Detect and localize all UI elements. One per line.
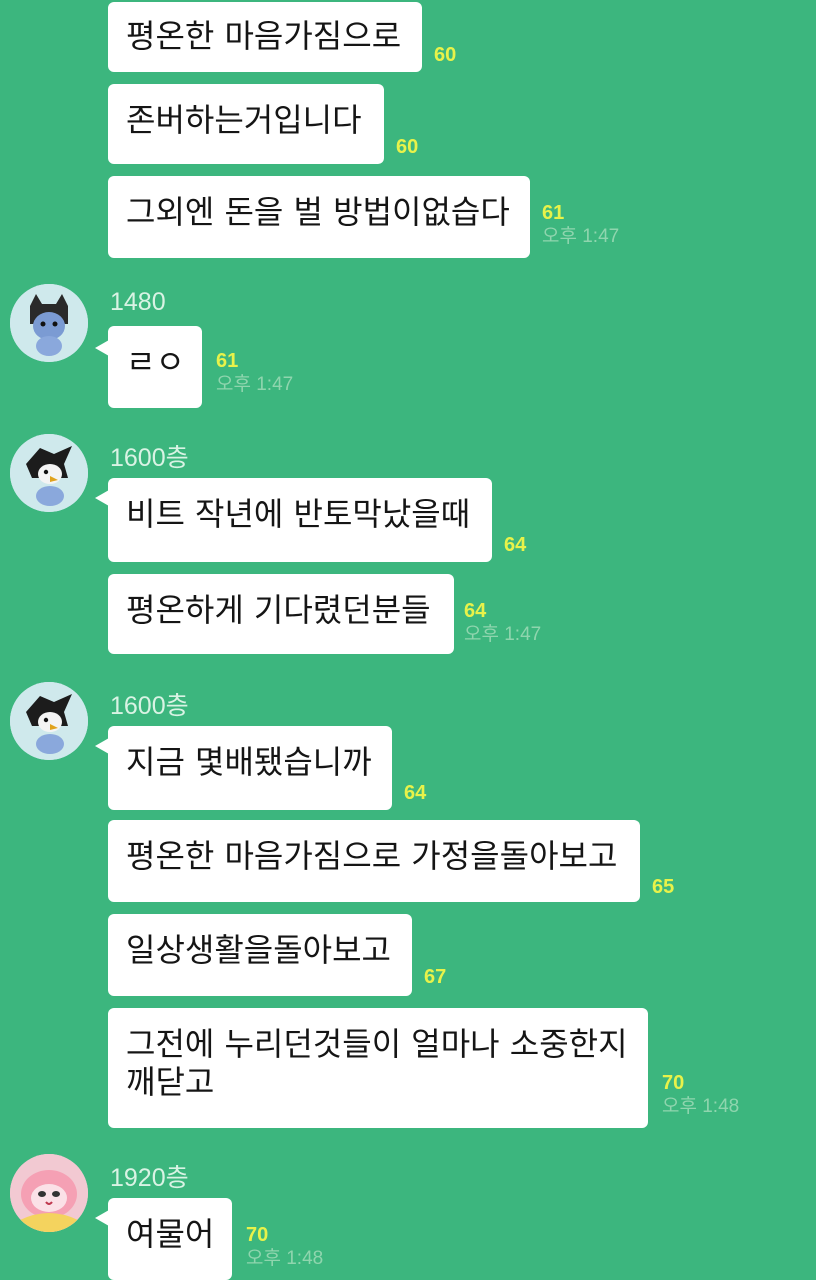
unread-count: 60	[396, 136, 419, 158]
message-bubble[interactable]: 일상생활을돌아보고	[108, 914, 412, 996]
message-bubble[interactable]: 평온하게 기다렸던분들	[108, 574, 454, 654]
apeach-character-icon	[10, 1154, 88, 1232]
message-text: 평온한 마음가짐으로 가정을돌아보고	[126, 837, 618, 875]
message-time: 오후 1:47	[216, 374, 294, 395]
message-text: 지금 몇배됐습니까	[126, 743, 372, 781]
message-bubble[interactable]: 평온한 마음가짐으로	[108, 2, 422, 72]
bubble-tail	[95, 1210, 109, 1226]
message-time: 오후 1:48	[662, 1096, 740, 1117]
message-meta: 67	[424, 966, 446, 988]
cat-hood-character-icon	[10, 284, 88, 362]
message-bubble[interactable]: 그외엔 돈을 벌 방법이없습다	[108, 176, 530, 258]
crow-character-icon	[10, 434, 88, 512]
message-meta: 64	[504, 534, 526, 556]
message-text: 존버하는거입니다	[126, 101, 362, 139]
avatar[interactable]	[10, 682, 88, 760]
sender-name: 1920층	[110, 1164, 189, 1192]
bubble-tail	[95, 738, 109, 754]
message-meta: 65	[652, 876, 674, 898]
avatar[interactable]	[10, 1154, 88, 1232]
unread-count: 61	[216, 350, 239, 372]
crow-character-icon	[10, 682, 88, 760]
bubble-tail	[95, 340, 109, 356]
avatar[interactable]	[10, 284, 88, 362]
message-meta: 60	[396, 136, 418, 158]
message-meta: 64 오후 1:47	[464, 600, 541, 646]
sender-name: 1480	[110, 288, 166, 316]
unread-count: 67	[424, 966, 447, 988]
unread-count: 60	[434, 44, 457, 66]
message-text: 그외엔 돈을 벌 방법이없습다	[126, 193, 510, 231]
message-bubble[interactable]: 존버하는거입니다	[108, 84, 384, 164]
unread-count: 64	[504, 534, 527, 556]
unread-count: 65	[652, 876, 675, 898]
message-text: 일상생활을돌아보고	[126, 931, 391, 969]
message-text-line: 깨닫고	[126, 1063, 215, 1101]
message-text: 평온하게 기다렸던분들	[126, 591, 431, 629]
message-text: 비트 작년에 반토막났을때	[126, 495, 471, 533]
message-bubble[interactable]: 비트 작년에 반토막났을때	[108, 478, 492, 562]
message-text: 여물어	[126, 1215, 215, 1253]
message-bubble[interactable]: 평온한 마음가짐으로 가정을돌아보고	[108, 820, 640, 902]
unread-count: 70	[662, 1072, 685, 1094]
unread-count: 61	[542, 202, 565, 224]
message-bubble[interactable]: 그전에 누리던것들이 얼마나 소중한지 깨닫고	[108, 1008, 648, 1128]
unread-count: 64	[404, 782, 427, 804]
unread-count: 64	[464, 600, 487, 622]
bubble-tail	[95, 490, 109, 506]
message-text: 평온한 마음가짐으로	[126, 17, 402, 55]
message-meta: 61 오후 1:47	[542, 202, 619, 248]
message-meta: 61 오후 1:47	[216, 350, 293, 396]
avatar[interactable]	[10, 434, 88, 512]
message-time: 오후 1:47	[542, 226, 620, 247]
message-bubble[interactable]: ㄹㅇ	[108, 326, 202, 408]
message-time: 오후 1:47	[464, 624, 542, 645]
message-bubble[interactable]: 지금 몇배됐습니까	[108, 726, 392, 810]
message-meta: 64	[404, 782, 426, 804]
message-bubble[interactable]: 여물어	[108, 1198, 232, 1280]
sender-name: 1600층	[110, 692, 189, 720]
unread-count: 70	[246, 1224, 269, 1246]
message-meta: 60	[434, 44, 456, 66]
message-meta: 70 오후 1:48	[246, 1224, 323, 1270]
message-text: ㄹㅇ	[126, 343, 185, 381]
message-meta: 70 오후 1:48	[662, 1072, 739, 1118]
sender-name: 1600층	[110, 444, 189, 472]
message-time: 오후 1:48	[246, 1248, 324, 1269]
